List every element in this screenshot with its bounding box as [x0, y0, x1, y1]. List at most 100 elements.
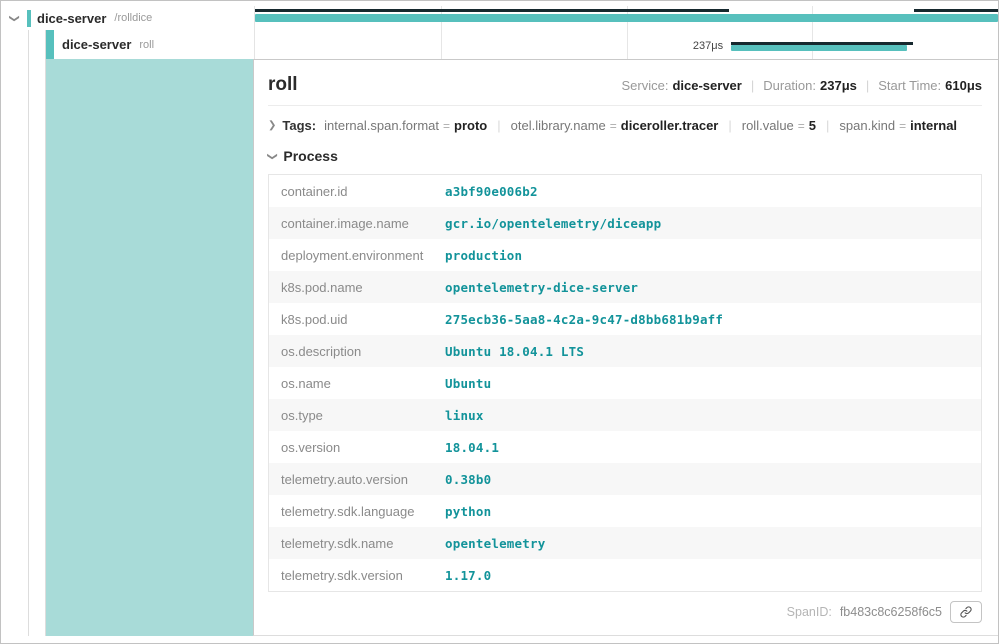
kv-value: 0.38b0 [445, 472, 981, 487]
table-row: telemetry.sdk.nameopentelemetry [269, 527, 981, 559]
table-row: container.image.namegcr.io/opentelemetry… [269, 207, 981, 239]
chevron-down-icon[interactable]: ❯ [267, 152, 278, 160]
kv-key: container.image.name [269, 216, 445, 231]
table-row: deployment.environmentproduction [269, 239, 981, 271]
table-row: os.version18.04.1 [269, 431, 981, 463]
tag-equals: = [443, 119, 450, 133]
kv-value: Ubuntu [445, 376, 981, 391]
tag-equals: = [798, 119, 805, 133]
tags-accordion[interactable]: ❯ Tags: internal.span.format = proto | o… [268, 118, 982, 133]
kv-value: a3bf90e006b2 [445, 184, 981, 199]
span-timeline: ❯ dice-server /rolldice dice-server [1, 1, 998, 59]
kv-value: linux [445, 408, 981, 423]
tag-key: span.kind [839, 118, 895, 133]
tag-equals: = [899, 119, 906, 133]
kv-key: container.id [269, 184, 445, 199]
table-row: k8s.pod.nameopentelemetry-dice-server [269, 271, 981, 303]
service-value: dice-server [672, 78, 741, 93]
tags-label: Tags: [282, 118, 316, 133]
span-meta: Service: dice-server | Duration: 237μs |… [622, 78, 983, 93]
service-color-strip [46, 30, 54, 59]
kv-key: telemetry.sdk.name [269, 536, 445, 551]
table-row: container.ida3bf90e006b2 [269, 175, 981, 207]
service-label: Service: [622, 78, 669, 93]
process-kv-table: container.ida3bf90e006b2 container.image… [268, 174, 982, 592]
tag-item: roll.value = 5 [742, 118, 816, 133]
tag-separator: | [728, 118, 731, 133]
kv-key: telemetry.auto.version [269, 472, 445, 487]
service-name: dice-server [62, 37, 131, 52]
tag-value: diceroller.tracer [621, 118, 719, 133]
span-detail-header: roll Service: dice-server | Duration: 23… [268, 74, 982, 106]
kv-value: opentelemetry [445, 536, 981, 551]
deep-link-button[interactable] [950, 601, 982, 623]
kv-value: production [445, 248, 981, 263]
link-icon [959, 605, 973, 619]
span-detail-panel: roll Service: dice-server | Duration: 23… [253, 59, 998, 636]
meta-separator: | [866, 78, 869, 93]
tag-item: otel.library.name = diceroller.tracer [511, 118, 719, 133]
meta-separator: | [751, 78, 754, 93]
span-row-rolldice[interactable]: ❯ dice-server /rolldice [1, 6, 998, 30]
kv-key: k8s.pod.name [269, 280, 445, 295]
kv-key: os.type [269, 408, 445, 423]
tag-value: internal [910, 118, 957, 133]
kv-value: 1.17.0 [445, 568, 981, 583]
spanid-label: SpanID: [787, 605, 832, 619]
indent-guide [29, 59, 46, 636]
span-bar-track: 237μs [254, 30, 998, 59]
span-name-column[interactable]: dice-server roll [1, 30, 254, 59]
trace-detail-view: ❯ dice-server /rolldice dice-server [0, 0, 999, 644]
chevron-right-icon[interactable]: ❯ [268, 120, 276, 131]
kv-key: k8s.pod.uid [269, 312, 445, 327]
spanid-value: fb483c8c6258f6c5 [840, 605, 942, 619]
tag-key: otel.library.name [511, 118, 606, 133]
service-color-strip [27, 10, 31, 27]
tag-value: proto [454, 118, 487, 133]
operation-name: roll [139, 39, 154, 51]
start-time-label: Start Time: [878, 78, 941, 93]
collapse-chevron-icon[interactable]: ❯ [1, 13, 27, 24]
indent-guide [1, 30, 29, 59]
process-accordion[interactable]: ❯ Process [268, 148, 982, 164]
process-label: Process [283, 148, 337, 164]
kv-value: Ubuntu 18.04.1 LTS [445, 344, 981, 359]
table-row: os.nameUbuntu [269, 367, 981, 399]
kv-key: telemetry.sdk.version [269, 568, 445, 583]
kv-key: telemetry.sdk.language [269, 504, 445, 519]
kv-key: os.name [269, 376, 445, 391]
kv-value: python [445, 504, 981, 519]
span-detail-region: roll Service: dice-server | Duration: 23… [1, 59, 998, 643]
table-row: telemetry.sdk.languagepython [269, 495, 981, 527]
indent-guide [1, 59, 29, 636]
tag-separator: | [497, 118, 500, 133]
span-name-column[interactable]: ❯ dice-server /rolldice [1, 6, 254, 30]
kv-key: os.description [269, 344, 445, 359]
table-row: k8s.pod.uid275ecb36-5aa8-4c2a-9c47-d8bb6… [269, 303, 981, 335]
selected-span-band [46, 59, 253, 636]
kv-value: opentelemetry-dice-server [445, 280, 981, 295]
span-bar[interactable] [255, 14, 998, 22]
tag-separator: | [826, 118, 829, 133]
duration-value: 237μs [820, 78, 857, 93]
table-row: os.typelinux [269, 399, 981, 431]
start-time-value: 610μs [945, 78, 982, 93]
kv-value: gcr.io/opentelemetry/diceapp [445, 216, 981, 231]
kv-key: os.version [269, 440, 445, 455]
service-name: dice-server [37, 11, 106, 26]
indent-guide [29, 30, 46, 59]
tag-equals: = [610, 119, 617, 133]
span-bar[interactable] [731, 45, 907, 51]
table-row: os.descriptionUbuntu 18.04.1 LTS [269, 335, 981, 367]
span-bar-track [254, 6, 998, 30]
tag-value: 5 [809, 118, 816, 133]
span-duration-label: 237μs [255, 40, 723, 52]
span-title: roll [268, 74, 298, 96]
tag-key: roll.value [742, 118, 794, 133]
tag-item: internal.span.format = proto [324, 118, 487, 133]
span-row-roll[interactable]: dice-server roll 237μs [1, 30, 998, 59]
span-detail-footer: SpanID: fb483c8c6258f6c5 [268, 601, 982, 623]
critical-path-segment [914, 9, 998, 12]
tag-item: span.kind = internal [839, 118, 957, 133]
kv-value: 275ecb36-5aa8-4c2a-9c47-d8bb681b9aff [445, 312, 981, 327]
